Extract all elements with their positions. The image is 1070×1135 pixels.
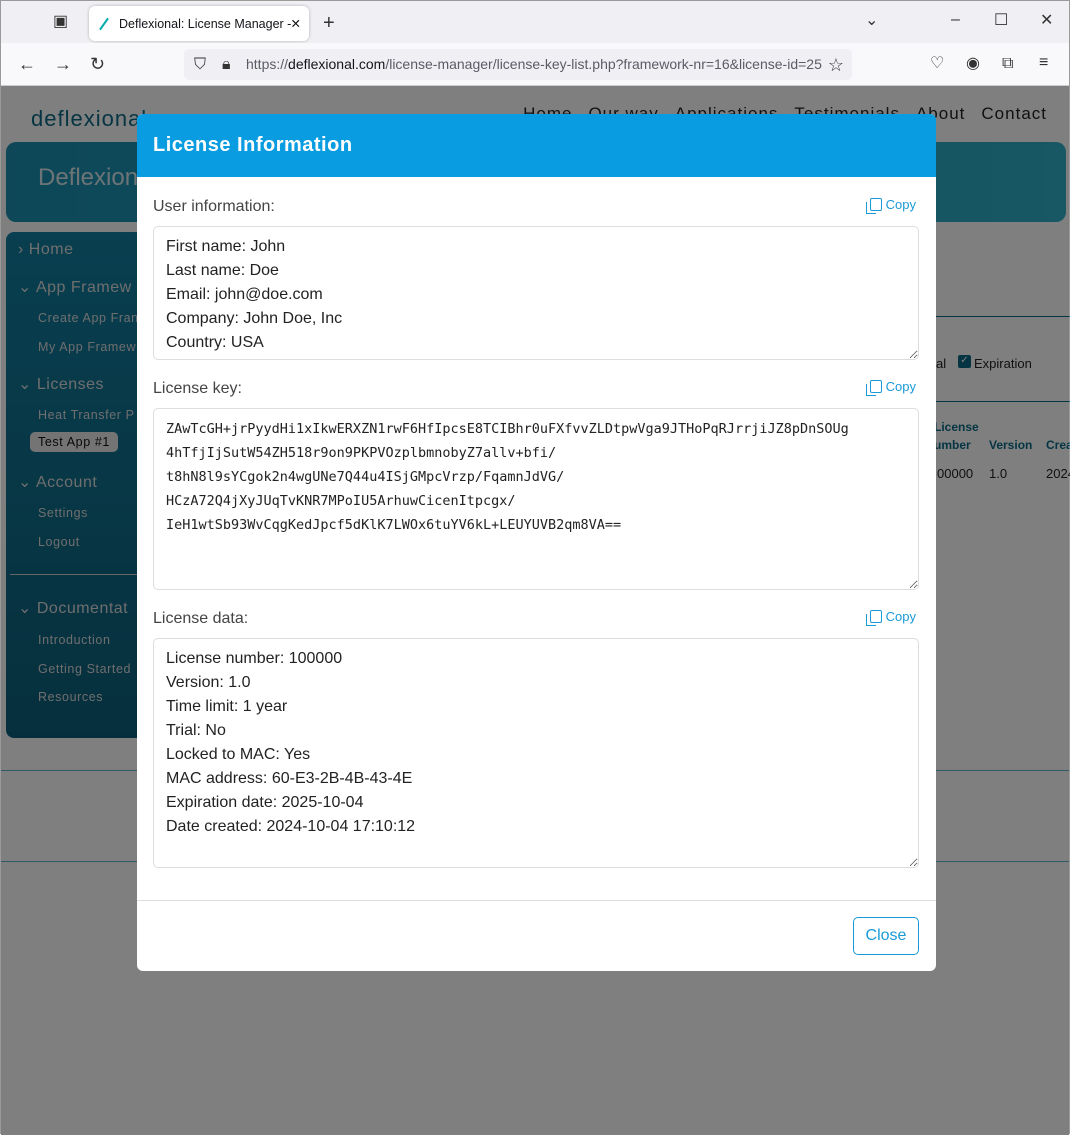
- pocket-icon[interactable]: ♡: [930, 56, 944, 72]
- close-button[interactable]: Close: [853, 917, 919, 955]
- tab-title: Deflexional: License Manager - (: [119, 16, 291, 31]
- url-path: /license-manager/license-key-list.php?fr…: [385, 56, 822, 72]
- tab-overview-icon[interactable]: ▣: [53, 14, 68, 30]
- maximize-icon[interactable]: ☐: [994, 13, 1008, 29]
- copy-icon: [865, 610, 882, 626]
- extensions-icon[interactable]: ⧉: [1002, 56, 1013, 72]
- minimize-icon[interactable]: –: [951, 12, 960, 28]
- nav-bar: ← → ↻ ⛉ 🔒︎ https://deflexional.com/licen…: [1, 43, 1069, 86]
- close-window-icon[interactable]: ✕: [1040, 13, 1053, 29]
- lock-icon[interactable]: 🔒︎: [222, 57, 231, 73]
- reload-icon[interactable]: ↻: [90, 55, 105, 73]
- favicon-icon: [97, 17, 111, 31]
- shield-icon[interactable]: ⛉: [194, 57, 206, 73]
- modal-title: License Information: [137, 114, 936, 177]
- account-icon[interactable]: ◉: [966, 56, 980, 72]
- copy-license-data-button[interactable]: Copy: [865, 609, 916, 626]
- copy-user-info-button[interactable]: Copy: [865, 197, 916, 214]
- browser-tab[interactable]: Deflexional: License Manager - ( ✕: [89, 6, 309, 41]
- url-scheme: https://: [246, 56, 289, 72]
- user-info-textarea[interactable]: First name: John Last name: Doe Email: j…: [153, 226, 919, 360]
- copy-license-key-button[interactable]: Copy: [865, 379, 916, 396]
- forward-icon[interactable]: →: [54, 55, 72, 73]
- license-info-modal: License Information User information: Co…: [137, 114, 936, 971]
- copy-icon: [865, 198, 882, 214]
- modal-footer-divider: [137, 900, 936, 901]
- license-key-label: License key:: [153, 380, 242, 397]
- new-tab-icon[interactable]: +: [323, 13, 335, 33]
- back-icon[interactable]: ←: [18, 55, 36, 73]
- tab-bar: ▣ Deflexional: License Manager - ( ✕ + ⌄…: [1, 1, 1069, 43]
- user-info-label: User information:: [153, 198, 275, 215]
- license-data-label: License data:: [153, 610, 249, 627]
- copy-icon: [865, 380, 882, 396]
- license-key-textarea[interactable]: ZAwTcGH+jrPyydHi1xIkwERXZN1rwF6HfIpcsE8T…: [153, 408, 919, 590]
- bookmark-star-icon[interactable]: ☆: [827, 56, 844, 74]
- license-data-textarea[interactable]: License number: 100000 Version: 1.0 Time…: [153, 638, 919, 868]
- menu-icon[interactable]: ≡: [1039, 55, 1048, 71]
- address-bar[interactable]: ⛉ 🔒︎ https://deflexional.com/license-man…: [184, 49, 852, 80]
- close-tab-icon[interactable]: ✕: [291, 16, 301, 31]
- url-domain: deflexional.com: [288, 56, 386, 72]
- tab-list-chevron-icon[interactable]: ⌄: [865, 13, 878, 29]
